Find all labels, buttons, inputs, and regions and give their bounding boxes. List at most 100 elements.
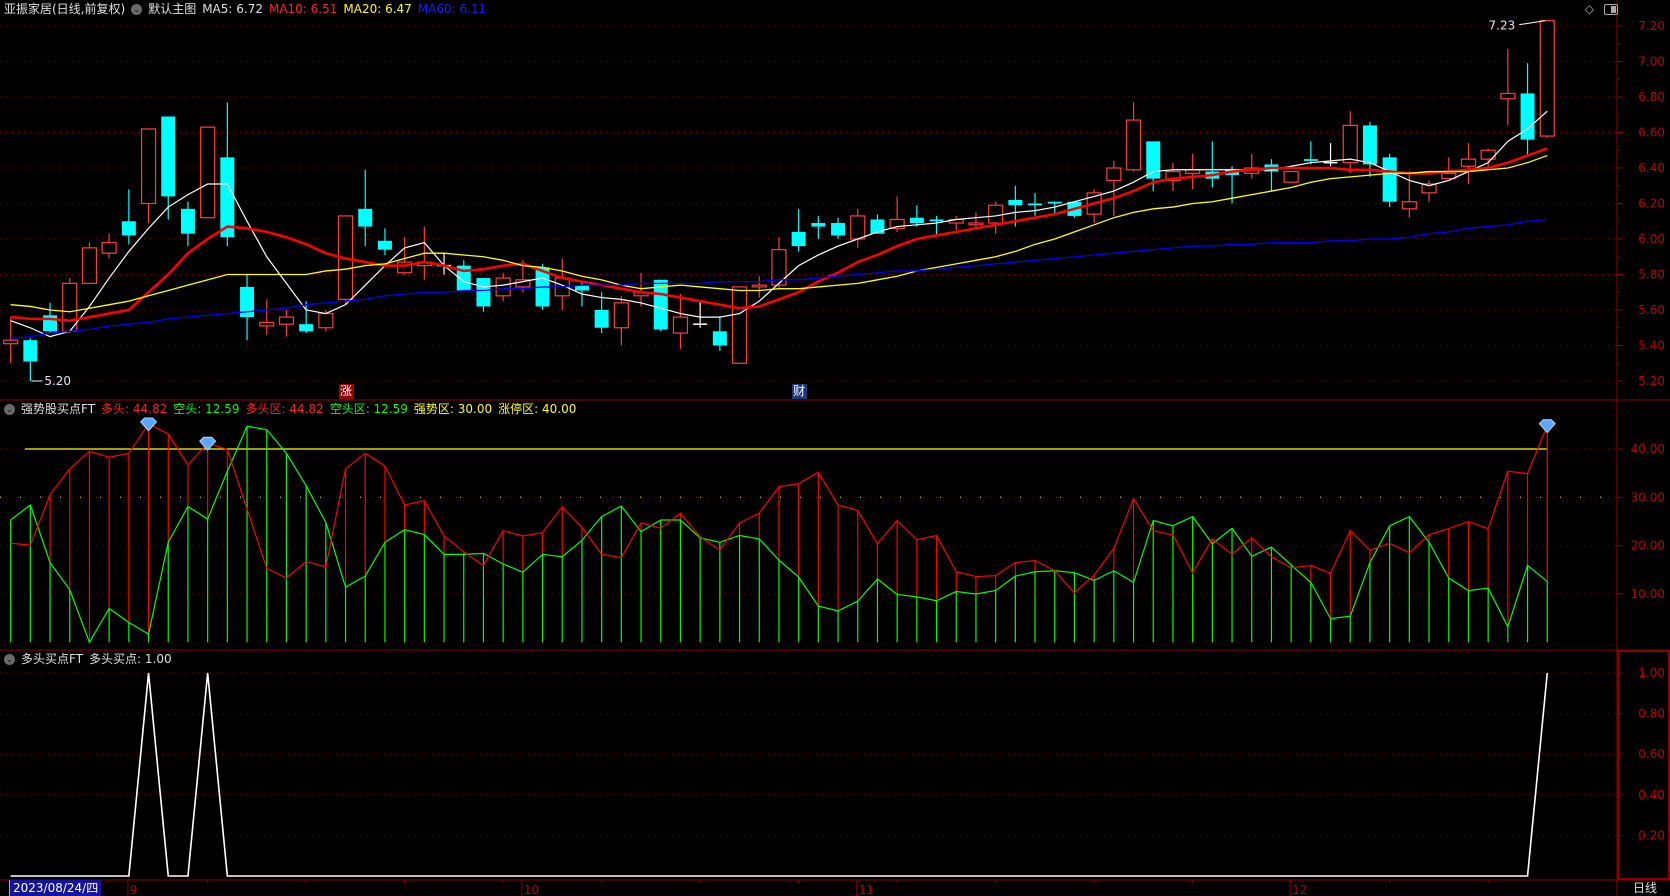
month-label: 10 bbox=[524, 883, 539, 896]
candle-down bbox=[220, 157, 235, 238]
candle-up bbox=[1460, 158, 1477, 167]
candle-up bbox=[278, 316, 295, 325]
indicator2-tick-label: 0.40 bbox=[1638, 788, 1665, 802]
ma60-value: MA60: 6.11 bbox=[417, 2, 487, 16]
candle-up bbox=[140, 128, 157, 205]
short-value: 空头: 12.59 bbox=[173, 402, 240, 416]
price-tick-label: 6.40 bbox=[1638, 161, 1665, 175]
chevron-circle-icon[interactable]: ⌄ bbox=[4, 403, 15, 415]
month-label: 12 bbox=[1292, 883, 1307, 896]
diamond-icon[interactable]: ◇ bbox=[1585, 2, 1594, 16]
main-chart-header: 亚振家居(日线,前复权) ⌄ 默认主图 MA5: 6.72 MA10: 6.51… bbox=[4, 0, 486, 18]
candle-up bbox=[850, 215, 866, 240]
candle-down bbox=[1047, 201, 1062, 204]
indicator1-header: ⌄ 强势股买点FT 多头: 44.82 空头: 12.59 多头区: 44.82… bbox=[4, 400, 576, 418]
candle-down bbox=[299, 324, 314, 332]
short-zone-value: 空头区: 12.59 bbox=[329, 402, 408, 416]
price-tick-label: 5.80 bbox=[1638, 268, 1665, 282]
indicator1-name[interactable]: 强势股买点FT bbox=[21, 400, 95, 418]
candle-up bbox=[259, 321, 275, 327]
price-tick-label: 7.20 bbox=[1638, 19, 1665, 33]
indicator2-tick-label: 0.20 bbox=[1638, 828, 1665, 842]
stock-chart[interactable]: 7.20 7.00 6.80 6.60 6.40 6.20 6.00 5.80 5.60 5.40… bbox=[0, 0, 1670, 896]
indicator1-tick-label: 30.00 bbox=[1631, 490, 1665, 504]
candle-down bbox=[1146, 141, 1161, 179]
diamond-icon bbox=[199, 436, 217, 451]
indicator1-tick-label: 40.00 bbox=[1631, 442, 1665, 456]
chevron-circle-icon[interactable]: ⌄ bbox=[131, 3, 143, 15]
finance-marker[interactable]: 财 bbox=[791, 384, 807, 399]
candle-up bbox=[1539, 20, 1555, 137]
candle-up bbox=[495, 277, 511, 297]
high-price-label: 7.23 bbox=[1489, 19, 1516, 33]
axis-frame bbox=[1617, 650, 1670, 880]
candle-down bbox=[1382, 157, 1397, 202]
candle-down bbox=[909, 217, 924, 224]
long-zone-value: 多头区: 44.82 bbox=[245, 402, 324, 416]
indicator2-tick-label: 0.60 bbox=[1638, 747, 1665, 761]
price-tick-label: 6.60 bbox=[1638, 126, 1665, 140]
long-value: 多头: 44.82 bbox=[101, 402, 168, 416]
candle-down bbox=[1008, 199, 1023, 206]
template-label[interactable]: 默认主图 bbox=[148, 0, 196, 18]
limit-up-marker[interactable]: 涨 bbox=[338, 384, 354, 399]
candle-down bbox=[377, 240, 392, 250]
candle-up bbox=[1283, 170, 1299, 183]
security-title: 亚振家居(日线,前复权) bbox=[4, 2, 126, 16]
price-tick-label: 7.00 bbox=[1638, 55, 1665, 69]
candle-up bbox=[1125, 119, 1142, 171]
chevron-circle-icon[interactable]: ⌄ bbox=[4, 653, 15, 665]
top-right-tools: ◇ bbox=[1585, 2, 1618, 16]
price-tick-label: 5.20 bbox=[1638, 374, 1665, 388]
ma20-value: MA20: 6.47 bbox=[343, 2, 412, 16]
strong-zone-value: 强势区: 30.00 bbox=[413, 402, 493, 416]
indicator1-tick-label: 10.00 bbox=[1631, 587, 1665, 601]
candle-up bbox=[101, 241, 117, 254]
ma10-value: MA10: 6.51 bbox=[268, 2, 338, 16]
candle-up bbox=[200, 126, 216, 219]
candle-down bbox=[1028, 203, 1043, 206]
candle-down bbox=[121, 221, 136, 236]
cursor-date: 2023/08/24/四 bbox=[9, 880, 102, 896]
candle-down bbox=[811, 223, 826, 227]
candle-down bbox=[929, 219, 944, 222]
candle-up bbox=[1106, 167, 1122, 182]
candle-down bbox=[1362, 125, 1377, 165]
period-label[interactable]: 日线 bbox=[1620, 880, 1670, 896]
limit-zone-value: 涨停区: 40.00 bbox=[498, 402, 577, 416]
month-label: 11 bbox=[859, 883, 874, 896]
candle-down bbox=[161, 116, 176, 197]
panel-toggle-icon[interactable] bbox=[1604, 4, 1618, 15]
candle-down bbox=[712, 331, 727, 346]
candle-down bbox=[831, 223, 846, 236]
price-tick-label: 6.80 bbox=[1638, 90, 1665, 104]
candle-down bbox=[180, 208, 195, 234]
candle-up bbox=[751, 284, 767, 288]
month-label: 9 bbox=[130, 883, 138, 896]
diamond-icon bbox=[140, 417, 158, 432]
candle-up bbox=[731, 286, 748, 364]
price-tick-label: 6.20 bbox=[1638, 197, 1665, 211]
candle-up bbox=[1401, 201, 1417, 210]
candle-up bbox=[81, 247, 98, 284]
indicator2-header: ⌄ 多头买点FT 多头买点: 1.00 bbox=[4, 650, 172, 668]
candle-up bbox=[672, 316, 689, 334]
candle-down bbox=[358, 208, 373, 227]
buy-point-value: 多头买点: 1.00 bbox=[89, 652, 172, 666]
low-price-label: 5.20 bbox=[44, 374, 71, 388]
indicator2-tick-label: 0.80 bbox=[1638, 707, 1665, 721]
diamond-icon bbox=[1538, 419, 1556, 434]
price-tick-label: 5.60 bbox=[1638, 303, 1665, 317]
price-tick-label: 6.00 bbox=[1638, 232, 1665, 246]
candle-up bbox=[968, 222, 984, 226]
candle-up bbox=[62, 282, 78, 332]
candle-down bbox=[1303, 159, 1318, 161]
candle-down bbox=[23, 340, 38, 362]
candle-up bbox=[1342, 124, 1358, 164]
buy-point-line bbox=[10, 672, 1549, 877]
indicator1-tick-label: 20.00 bbox=[1631, 539, 1665, 553]
candle-up bbox=[3, 339, 19, 345]
indicator2-name[interactable]: 多头买点FT bbox=[21, 650, 83, 668]
ma5-value: MA5: 6.72 bbox=[202, 2, 263, 16]
candle-down bbox=[791, 231, 806, 247]
